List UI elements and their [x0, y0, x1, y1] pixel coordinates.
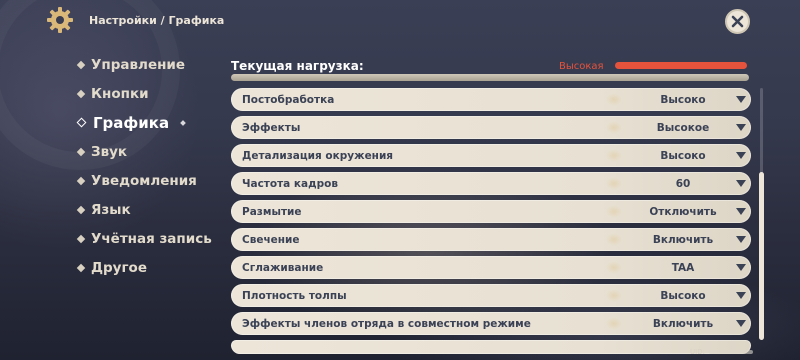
uid-display: UID: — [690, 348, 753, 356]
chevron-down-icon[interactable] — [736, 96, 746, 103]
setting-value-dropdown[interactable]: Высоко — [627, 290, 739, 302]
breadcrumb: Настройки / Графика — [89, 13, 225, 27]
nav-item-label: Управление — [91, 56, 186, 73]
settings-list-top-edge — [231, 74, 749, 81]
diamond-bullet-icon — [76, 60, 86, 69]
chevron-down-icon[interactable] — [736, 264, 746, 271]
chevron-down-icon[interactable] — [736, 236, 746, 243]
setting-row-environment-detail[interactable]: Детализация окружения Высоко — [231, 144, 751, 167]
nav-item-controls[interactable]: Управление — [76, 50, 212, 79]
nav-item-graphics[interactable]: Графика — [76, 108, 212, 137]
scrollbar-thumb[interactable] — [759, 172, 764, 340]
chevron-down-icon[interactable] — [736, 292, 746, 299]
setting-row-anti-aliasing[interactable]: Сглаживание TAA — [231, 256, 751, 279]
current-load-label: Текущая нагрузка: — [231, 59, 364, 73]
nav-item-buttons[interactable]: Кнопки — [76, 79, 212, 108]
chevron-down-icon[interactable] — [736, 320, 746, 327]
diamond-bullet-icon — [76, 147, 86, 156]
sparkle-decoration — [601, 90, 627, 109]
diamond-bullet-icon — [76, 117, 87, 128]
close-icon — [731, 15, 744, 28]
graphics-settings-list: Постобработка Высоко Эффекты Высокое Дет… — [231, 88, 751, 359]
setting-row-crowd-density[interactable]: Плотность толпы Высоко — [231, 284, 751, 307]
setting-label: Размытие — [242, 205, 302, 218]
nav-item-other[interactable]: Другое — [76, 253, 212, 282]
setting-label: Плотность толпы — [242, 289, 347, 302]
setting-row-coop-teammate-effects[interactable]: Эффекты членов отряда в совместном режим… — [231, 312, 751, 335]
nav-item-label: Графика — [93, 113, 170, 132]
current-load-value: Высокая — [559, 60, 604, 72]
chevron-down-icon[interactable] — [736, 180, 746, 187]
setting-label: Сглаживание — [242, 261, 324, 274]
diamond-bullet-icon — [76, 176, 86, 185]
nav-item-label: Звук — [91, 143, 128, 160]
nav-item-label: Язык — [91, 201, 131, 218]
sparkle-decoration — [601, 118, 627, 137]
setting-row-post-processing[interactable]: Постобработка Высоко — [231, 88, 751, 111]
nav-item-label: Кнопки — [91, 85, 149, 102]
chevron-down-icon[interactable] — [736, 124, 746, 131]
selected-indicator-icon — [180, 119, 186, 126]
setting-value-dropdown[interactable]: Включить — [627, 318, 739, 330]
nav-item-label: Учётная запись — [91, 230, 212, 247]
sparkle-decoration — [601, 314, 627, 333]
setting-value-dropdown[interactable]: TAA — [627, 262, 739, 274]
diamond-bullet-icon — [76, 263, 86, 272]
current-load-bar — [615, 62, 747, 69]
sparkle-decoration — [601, 202, 627, 221]
diamond-bullet-icon — [76, 205, 86, 214]
setting-row-partial[interactable] — [231, 340, 751, 354]
sparkle-decoration — [601, 286, 627, 305]
nav-item-language[interactable]: Язык — [76, 195, 212, 224]
settings-nav: Управление Кнопки Графика Звук Уведомлен… — [76, 50, 212, 282]
nav-item-label: Другое — [91, 259, 147, 276]
close-button[interactable] — [725, 9, 750, 34]
setting-row-bloom[interactable]: Свечение Включить — [231, 228, 751, 251]
setting-value-dropdown[interactable]: Отключить — [627, 206, 739, 218]
setting-label: Детализация окружения — [242, 149, 394, 162]
diamond-bullet-icon — [76, 234, 86, 243]
setting-label: Свечение — [242, 233, 300, 246]
setting-label: Эффекты членов отряда в совместном режим… — [242, 317, 531, 330]
diamond-bullet-icon — [76, 89, 86, 98]
uid-value-masked — [708, 350, 753, 354]
nav-item-notifications[interactable]: Уведомления — [76, 166, 212, 195]
setting-label: Эффекты — [242, 121, 301, 134]
setting-label: Частота кадров — [242, 177, 338, 190]
sparkle-decoration — [601, 174, 627, 193]
setting-value-dropdown[interactable]: Включить — [627, 234, 739, 246]
gear-icon — [47, 7, 73, 33]
setting-row-frame-rate[interactable]: Частота кадров 60 — [231, 172, 751, 195]
sparkle-decoration — [601, 230, 627, 249]
setting-value-dropdown[interactable]: Высокое — [627, 122, 739, 134]
setting-value-dropdown[interactable]: Высоко — [627, 150, 739, 162]
setting-value-dropdown[interactable]: Высоко — [627, 94, 739, 106]
setting-row-motion-blur[interactable]: Размытие Отключить — [231, 200, 751, 223]
chevron-down-icon[interactable] — [736, 208, 746, 215]
uid-label: UID: — [690, 348, 705, 356]
sparkle-decoration — [601, 146, 627, 165]
setting-row-effects[interactable]: Эффекты Высокое — [231, 116, 751, 139]
current-load-indicator: Текущая нагрузка: Высокая — [231, 57, 751, 75]
sparkle-decoration — [601, 258, 627, 277]
nav-item-account[interactable]: Учётная запись — [76, 224, 212, 253]
nav-item-sound[interactable]: Звук — [76, 137, 212, 166]
header: Настройки / Графика — [45, 6, 224, 34]
chevron-down-icon[interactable] — [736, 152, 746, 159]
nav-item-label: Уведомления — [91, 172, 197, 189]
setting-value-dropdown[interactable]: 60 — [627, 178, 739, 190]
setting-label: Постобработка — [242, 93, 335, 106]
